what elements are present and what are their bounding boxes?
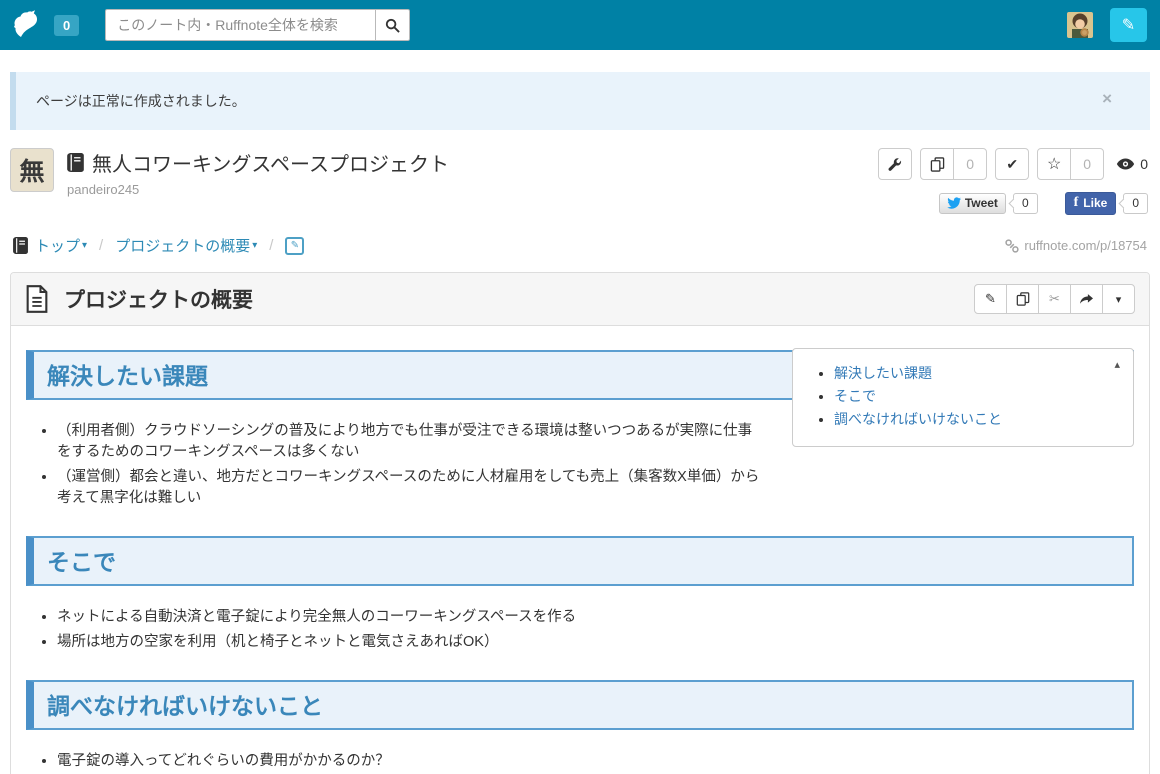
settings-button[interactable] [878,148,912,180]
flash-message: ページは正常に作成されました。 × [10,72,1150,130]
note-thumbnail[interactable]: 無 [10,148,54,192]
share-arrow-icon [1079,293,1094,306]
page-toolbar: ✎ ✂ ▾ [974,284,1135,314]
toc-item: 解決したい課題 [834,362,1119,385]
duplicate-button[interactable] [1006,284,1039,314]
move-button[interactable] [1070,284,1103,314]
avatar-image [1067,12,1093,38]
eye-icon [1116,158,1135,170]
wrench-icon [888,157,902,171]
section-list-3: 電子錠の導入ってどれぐらいの費用がかかるのか？ そういう運営をして良い格安物件と… [26,751,1134,774]
like-count: 0 [1123,193,1148,214]
breadcrumb: トップ ▾ / プロジェクトの概要 ▾ / ✎ ruffnote.com/p/1… [0,215,1160,270]
caret-down-icon: ▾ [1116,293,1122,306]
star-group: ☆ 0 [1037,148,1104,180]
page-title: プロジェクトの概要 [64,284,253,314]
edit-page-icon[interactable]: ✎ [285,237,304,255]
toc-link-2[interactable]: そこで [834,388,876,404]
search-button[interactable] [375,9,410,41]
check-icon: ✔ [1006,156,1018,173]
view-count: 0 [1140,156,1148,172]
note-owner: pandeiro245 [67,182,449,197]
list-item: ネットによる自動決済と電子錠により完全無人のコーワーキングスペースを作る [57,607,1134,628]
pencil-icon: ✎ [1122,15,1135,35]
scissors-icon: ✂ [1049,291,1060,307]
collapse-toc-icon[interactable]: ▴ [1114,358,1120,371]
toc-item: そこで [834,385,1119,408]
section-heading-3: 調べなければいけないこと [26,680,1134,730]
tweet-label: Tweet [965,196,998,210]
list-item: 電子錠の導入ってどれぐらいの費用がかかるのか？ [57,751,1134,772]
edit-button[interactable]: ✎ [974,284,1007,314]
chevron-down-icon[interactable]: ▾ [82,240,87,251]
topbar: 0 ✎ [0,0,1160,50]
book-icon [13,237,28,254]
breadcrumb-separator: / [269,237,273,254]
page-content: ▴ 解決したい課題 そこで 調べなければいけないこと 解決したい課題 （利用者側… [11,326,1149,774]
copy-icon [1016,292,1030,306]
document-icon [25,285,49,313]
twitter-icon [947,197,961,209]
breadcrumb-current-label: プロジェクトの概要 [115,235,250,256]
user-avatar[interactable] [1067,12,1093,38]
copy-note-button[interactable] [920,148,954,180]
breadcrumb-separator: / [99,237,103,254]
list-item: 場所は地方の空家を利用（机と椅子とネットと電気さえあればOK） [57,632,1134,653]
close-icon[interactable]: × [1102,89,1112,109]
note-actions: 0 ✔ ☆ 0 0 [878,148,1148,215]
like-label: Like [1083,196,1107,210]
breadcrumb-current-link[interactable]: プロジェクトの概要 [115,235,250,256]
tweet-count: 0 [1013,193,1038,214]
flash-text: ページは正常に作成されました。 [36,93,246,109]
new-page-button[interactable]: ✎ [1110,8,1147,42]
tweet-widget: Tweet 0 [939,193,1038,214]
permalink[interactable]: ruffnote.com/p/18754 [1005,238,1147,253]
check-button[interactable]: ✔ [995,148,1029,180]
breadcrumb-root-link[interactable]: トップ [13,235,80,256]
search-icon [385,18,400,33]
note-titles: 無人コワーキングスペースプロジェクト pandeiro245 [67,148,449,215]
section-list-2: ネットによる自動決済と電子錠により完全無人のコーワーキングスペースを作る 場所は… [26,607,1134,653]
section-list-1: （利用者側）クラウドソーシングの普及により地方でも仕事が受注できる環境は整いつつ… [26,421,766,509]
book-icon [67,153,84,172]
star-icon: ☆ [1047,154,1061,174]
page-panel: プロジェクトの概要 ✎ ✂ ▾ [10,272,1150,774]
notification-badge[interactable]: 0 [54,15,79,36]
link-icon [1005,239,1019,253]
view-counter: 0 [1112,156,1148,172]
copy-group: 0 [920,148,987,180]
note-title: 無人コワーキングスペースプロジェクト [92,148,449,177]
cut-button[interactable]: ✂ [1038,284,1071,314]
search-input[interactable] [105,9,375,41]
table-of-contents: ▴ 解決したい課題 そこで 調べなければいけないこと [792,348,1134,447]
search-group [105,9,410,41]
like-button[interactable]: f Like [1065,192,1117,215]
toc-link-3[interactable]: 調べなければいけないこと [834,411,1002,427]
copy-count[interactable]: 0 [953,148,987,180]
toc-item: 調べなければいけないこと [834,408,1119,431]
permalink-url: ruffnote.com/p/18754 [1024,238,1147,253]
page-panel-header: プロジェクトの概要 ✎ ✂ ▾ [11,273,1149,326]
breadcrumb-root-label: トップ [35,235,80,256]
list-item: （運営側）都会と違い、地方だとコワーキングスペースのために人材雇用をしても売上（… [57,467,766,509]
toc-link-1[interactable]: 解決したい課題 [834,365,932,381]
pencil-icon: ✎ [985,291,996,307]
more-actions-button[interactable]: ▾ [1102,284,1135,314]
bird-logo-icon[interactable] [13,10,47,40]
copy-icon [930,157,945,172]
note-header: 無 無人コワーキングスペースプロジェクト pandeiro245 [0,138,1160,215]
like-widget: f Like 0 [1065,192,1148,215]
tweet-button[interactable]: Tweet [939,193,1006,214]
list-item: （利用者側）クラウドソーシングの普及により地方でも仕事が受注できる環境は整いつつ… [57,421,766,463]
facebook-icon: f [1074,195,1079,211]
star-button[interactable]: ☆ [1037,148,1071,180]
star-count[interactable]: 0 [1070,148,1104,180]
chevron-down-icon[interactable]: ▾ [252,240,257,251]
section-heading-2: そこで [26,536,1134,586]
